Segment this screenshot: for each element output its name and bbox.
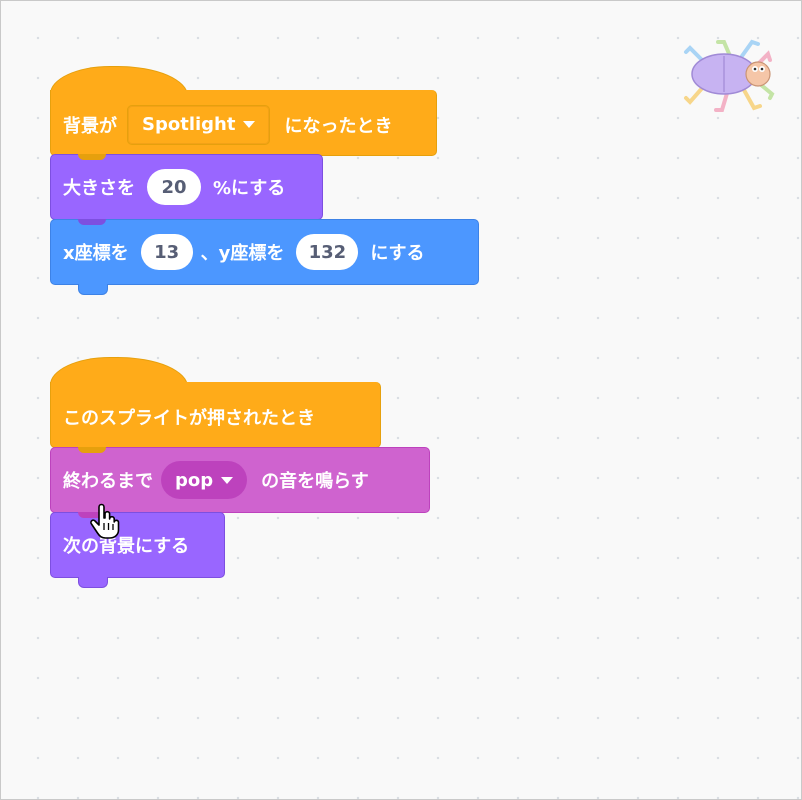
block-notch [78, 447, 106, 453]
y-input[interactable]: 132 [296, 234, 359, 270]
backdrop-dropdown[interactable]: Spotlight [127, 104, 271, 145]
block-notch [78, 219, 106, 225]
next-backdrop-block[interactable]: 次の背景にする [50, 512, 225, 578]
block-notch [78, 577, 108, 588]
size-input[interactable]: 20 [147, 169, 201, 205]
block-notch [78, 154, 106, 160]
hand-cursor-icon [90, 503, 120, 539]
x-input[interactable]: 13 [140, 234, 193, 270]
block-label: x座標を [63, 243, 129, 264]
backdrop-dropdown-value: Spotlight [142, 114, 236, 135]
block-label: 終わるまで [63, 471, 153, 492]
block-notch [78, 284, 108, 295]
block-label: 背景が [63, 115, 117, 137]
when-backdrop-switches-block[interactable]: 背景が Spotlight になったとき [50, 90, 437, 156]
block-label: の音を鳴らす [261, 471, 369, 492]
block-label: にする [370, 243, 425, 264]
block-label: このスプライトが押されたとき [63, 407, 315, 429]
block-label: になったとき [284, 115, 393, 137]
chevron-down-icon [221, 476, 234, 484]
set-size-block[interactable]: 大きさを 20 %にする [50, 154, 323, 220]
block-label: %にする [213, 178, 286, 199]
sound-dropdown[interactable]: pop [161, 461, 248, 499]
chevron-down-icon [243, 121, 256, 128]
block-label: 大きさを [63, 178, 135, 199]
sound-dropdown-value: pop [175, 469, 214, 491]
go-to-xy-block[interactable]: x座標を 13 、y座標を 132 にする [50, 219, 479, 285]
block-label: 、y座標を [200, 243, 285, 264]
when-this-sprite-clicked-block[interactable]: このスプライトが押されたとき [50, 382, 381, 448]
block-label: 次の背景にする [63, 536, 190, 557]
ladybug-sprite-icon [684, 39, 775, 112]
